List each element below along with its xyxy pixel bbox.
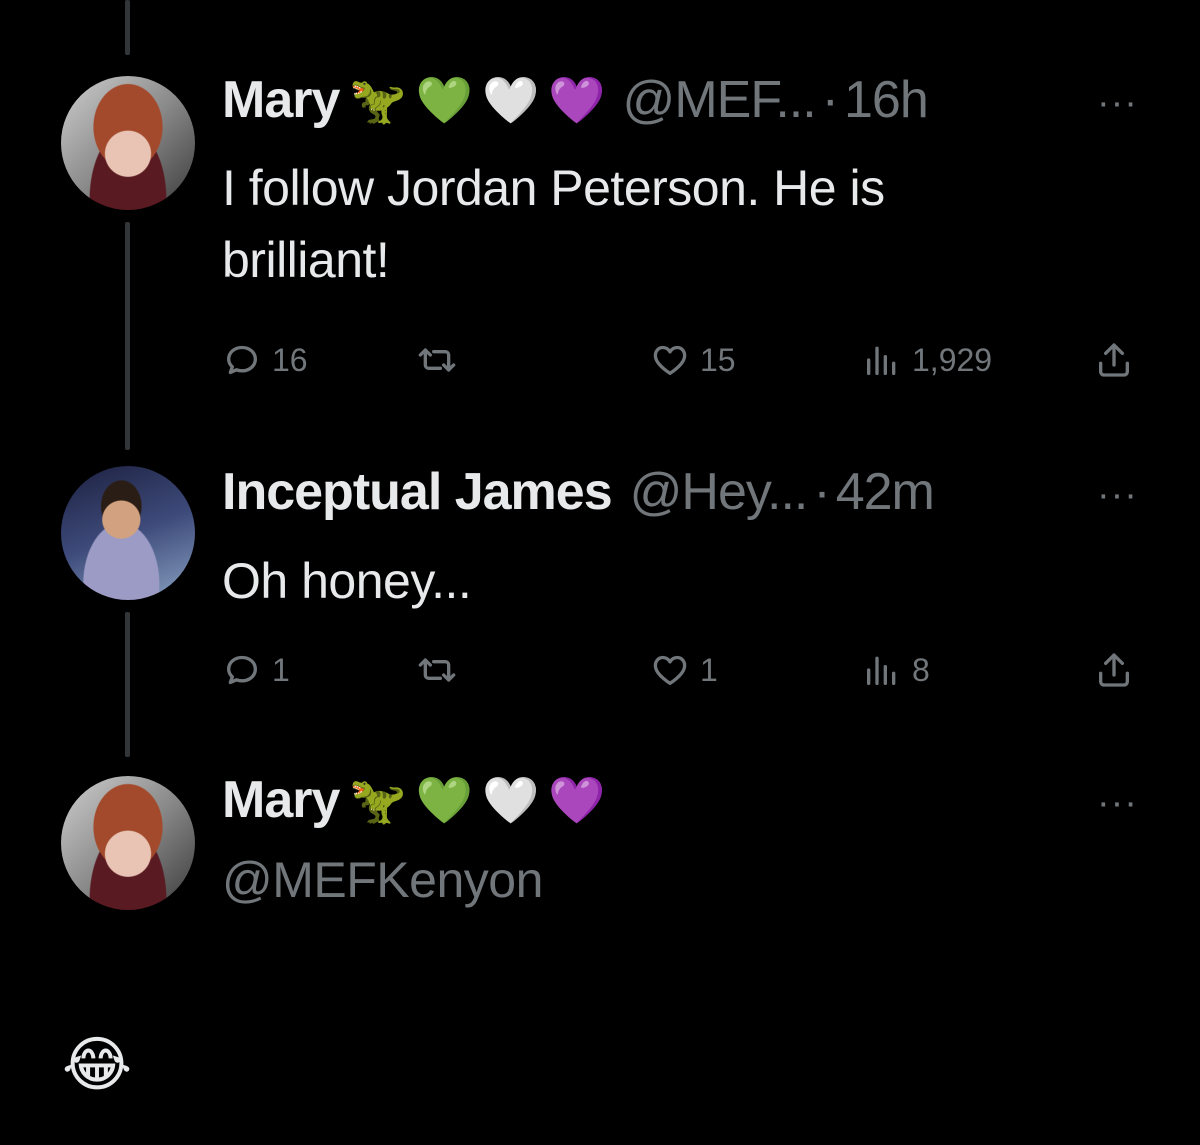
green-heart-emoji: 💚 bbox=[415, 72, 473, 127]
like-icon bbox=[653, 345, 687, 375]
share-button[interactable] bbox=[1094, 650, 1134, 690]
separator: · bbox=[821, 71, 839, 129]
like-count: 1 bbox=[700, 651, 718, 688]
more-icon[interactable]: ··· bbox=[1097, 782, 1138, 825]
views-button[interactable]: 8 bbox=[862, 650, 930, 690]
green-heart-emoji: 💚 bbox=[415, 772, 473, 827]
more-icon[interactable]: ··· bbox=[1097, 474, 1138, 517]
retweet-button[interactable] bbox=[417, 650, 467, 690]
purple-heart-emoji: 💜 bbox=[548, 72, 605, 127]
views-button[interactable]: 1,929 bbox=[862, 340, 992, 380]
views-icon bbox=[867, 656, 896, 685]
avatar[interactable] bbox=[61, 466, 195, 600]
post-time[interactable]: 42m bbox=[836, 462, 935, 522]
reply-icon bbox=[227, 655, 257, 685]
post-text-line: I follow Jordan Peterson. He is bbox=[222, 160, 885, 216]
avatar[interactable] bbox=[61, 76, 195, 210]
purple-heart-emoji: 💜 bbox=[548, 772, 605, 827]
laughing-emoji: 😂 bbox=[62, 1031, 133, 1098]
post-header: Mary 🦖 💚 🤍 💜 @MEF... · 16h bbox=[222, 70, 929, 130]
views-count: 1,929 bbox=[912, 341, 993, 378]
share-button[interactable] bbox=[1094, 340, 1134, 380]
retweet-icon bbox=[418, 658, 456, 682]
separator: · bbox=[813, 463, 830, 521]
like-count: 15 bbox=[700, 341, 736, 378]
post-text: I follow Jordan Peterson. He is brillian… bbox=[222, 152, 885, 296]
post-header: Inceptual James @Hey... · 42m bbox=[222, 462, 935, 522]
author-name[interactable]: Mary bbox=[222, 70, 340, 130]
post-actions: 1 1 8 bbox=[222, 650, 1142, 696]
author-handle[interactable]: @MEF... bbox=[623, 70, 817, 130]
share-icon bbox=[1099, 343, 1129, 377]
post-header: Mary 🦖 💚 🤍 💜 bbox=[222, 770, 606, 830]
like-button[interactable]: 1 bbox=[650, 650, 718, 690]
post-text-line: Oh honey... bbox=[222, 553, 472, 609]
white-heart-emoji: 🤍 bbox=[481, 72, 539, 127]
share-icon bbox=[1099, 653, 1129, 687]
thread-line bbox=[125, 612, 130, 757]
retweet-button[interactable] bbox=[417, 340, 467, 380]
avatar[interactable] bbox=[61, 776, 195, 910]
author-handle[interactable]: @Hey... bbox=[630, 462, 809, 522]
like-icon bbox=[653, 655, 687, 685]
author-name[interactable]: Inceptual James bbox=[222, 462, 613, 522]
like-button[interactable]: 15 bbox=[650, 340, 736, 380]
post-time[interactable]: 16h bbox=[844, 70, 929, 130]
author-handle[interactable]: @MEFKenyon bbox=[222, 844, 543, 916]
retweet-icon bbox=[418, 348, 456, 372]
more-icon[interactable]: ··· bbox=[1097, 82, 1138, 125]
reply-button[interactable]: 1 bbox=[222, 650, 290, 690]
reply-button[interactable]: 16 bbox=[222, 340, 308, 380]
reply-count: 16 bbox=[272, 341, 308, 378]
white-heart-emoji: 🤍 bbox=[481, 772, 539, 827]
dinosaur-emoji: 🦖 bbox=[349, 772, 406, 827]
post-actions: 16 15 1,929 bbox=[222, 340, 1142, 386]
thread-line bbox=[125, 222, 130, 450]
reply-count: 1 bbox=[272, 651, 290, 688]
post-text-line: brilliant! bbox=[222, 232, 390, 288]
author-name[interactable]: Mary bbox=[222, 770, 340, 830]
post-text: Oh honey... bbox=[222, 545, 472, 617]
thread-line bbox=[125, 0, 130, 55]
views-count: 8 bbox=[912, 651, 930, 688]
dinosaur-emoji: 🦖 bbox=[349, 72, 406, 127]
views-icon bbox=[867, 346, 896, 375]
reply-icon bbox=[227, 345, 257, 375]
